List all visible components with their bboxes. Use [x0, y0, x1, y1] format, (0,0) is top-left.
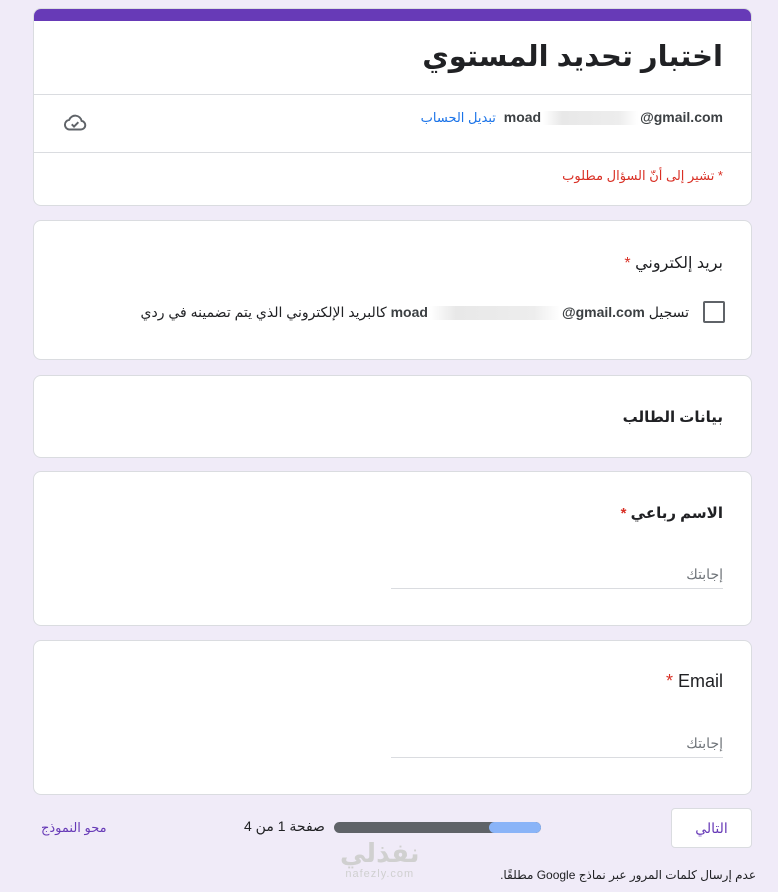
checkbox-prefix: تسجيل: [648, 303, 689, 320]
divider: [34, 94, 751, 95]
watermark-sub: nafezly.com: [345, 868, 415, 880]
next-button[interactable]: التالي: [671, 808, 752, 848]
question-email-record: بريد إلكتروني * تسجيل moad @gmail.com كال…: [33, 220, 752, 360]
progress-bar: [334, 822, 541, 833]
required-star: *: [624, 255, 631, 272]
watermark-main: نفذلي: [340, 838, 420, 868]
checkbox-email-prefix: moad: [390, 303, 428, 320]
question-title: بريد إلكتروني *: [624, 253, 723, 273]
question-email: Email *: [33, 640, 752, 795]
section-card: بيانات الطالب: [33, 375, 752, 458]
accent-bar: [34, 9, 751, 21]
required-star: *: [665, 671, 673, 691]
redacted-text: [543, 111, 639, 126]
account-row: moad @gmail.com تبديل الحساب: [421, 109, 723, 126]
question-full-name: الاسم رباعي *: [33, 471, 752, 626]
nafezly-watermark: نفذلي nafezly.com: [340, 838, 420, 880]
question-title: Email *: [666, 671, 723, 692]
account-email: moad @gmail.com: [503, 109, 723, 126]
switch-account-link[interactable]: تبديل الحساب: [421, 110, 496, 125]
checkbox-email: moad @gmail.com: [390, 303, 645, 321]
account-email-prefix: moad: [503, 109, 542, 125]
record-email-option[interactable]: تسجيل moad @gmail.com كالبريد الإلكتروني …: [141, 301, 725, 323]
form-header-card: اختبار تحديد المستوي moad @gmail.com تبدي…: [33, 8, 752, 206]
question-title-text: بريد إلكتروني: [635, 255, 723, 272]
email-input[interactable]: [391, 729, 723, 758]
clear-form-link[interactable]: محو النموذج: [41, 820, 107, 836]
cloud-check-icon: [63, 114, 87, 131]
section-title: بيانات الطالب: [622, 409, 723, 426]
checkbox-email-suffix: @gmail.com: [561, 303, 645, 320]
password-warning: عدم إرسال كلمات المرور عبر نماذج Google …: [500, 868, 756, 882]
question-title: الاسم رباعي *: [621, 504, 723, 522]
account-email-suffix: @gmail.com: [640, 109, 723, 125]
page-counter: صفحة 1 من 4: [244, 818, 325, 834]
question-title-text: Email: [677, 671, 723, 691]
record-email-checkbox[interactable]: [703, 301, 725, 323]
required-star: *: [620, 505, 627, 522]
question-title-text: الاسم رباعي: [630, 505, 723, 522]
divider: [34, 152, 751, 153]
form-title: اختبار تحديد المستوي: [422, 41, 723, 73]
checkbox-suffix: كالبريد الإلكتروني الذي يتم تضمينه في رد…: [140, 303, 387, 320]
progress-fill: [489, 822, 541, 833]
redacted-text: [429, 306, 560, 321]
full-name-input[interactable]: [391, 560, 723, 589]
required-note: * تشير إلى أنّ السؤال مطلوب: [562, 168, 723, 183]
